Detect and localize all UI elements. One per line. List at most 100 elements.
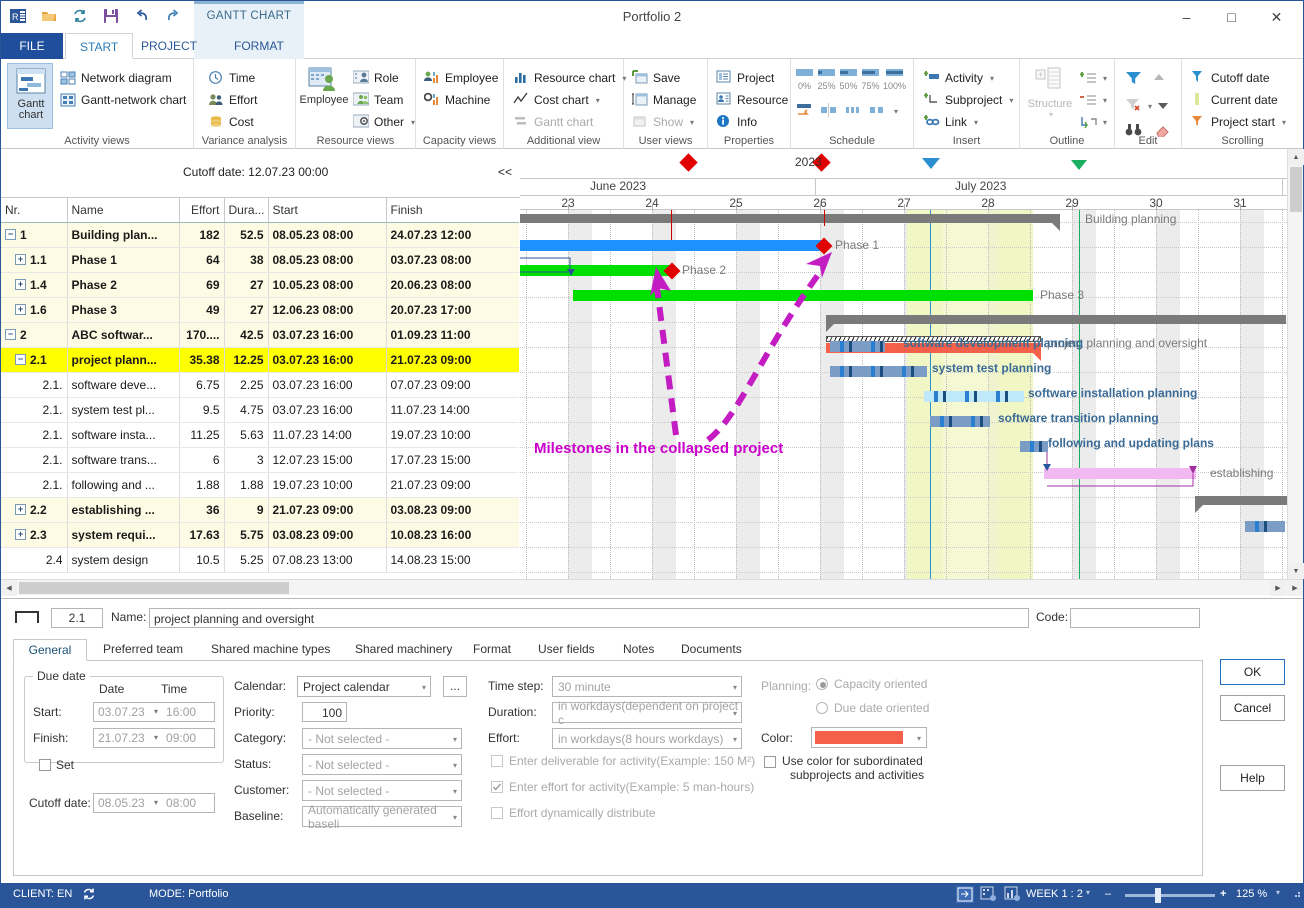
name-input[interactable]: project planning and oversight bbox=[149, 608, 1029, 628]
ok-button[interactable]: OK bbox=[1220, 659, 1285, 685]
tab-project[interactable]: PROJECT bbox=[127, 33, 211, 59]
info-button[interactable]: Info bbox=[714, 111, 788, 133]
cost-chart-caret-icon[interactable]: ▾ bbox=[596, 96, 600, 105]
project-properties-button[interactable]: Project bbox=[714, 67, 788, 89]
zoom-out-button[interactable]: – bbox=[1105, 888, 1111, 900]
effort-distribute-checkbox[interactable] bbox=[491, 807, 503, 819]
table-row[interactable]: −2 ABC softwar... 170.... 42.5 03.07.23 16:0… bbox=[1, 322, 519, 348]
schedule-shift-icon[interactable] bbox=[796, 102, 814, 121]
minimize-button[interactable]: – bbox=[1164, 1, 1209, 33]
expand-icon[interactable]: + bbox=[15, 304, 26, 315]
insert-activity-caret-icon[interactable]: ▾ bbox=[990, 74, 994, 83]
view-mode-3-icon[interactable] bbox=[1004, 886, 1022, 906]
table-row[interactable]: 2.4 system design 10.5 5.25 07.08.23 13:00 14… bbox=[1, 547, 519, 573]
tab-shared-machine-types[interactable]: Shared machine types bbox=[201, 639, 340, 661]
scroll-project-start-caret-icon[interactable]: ▾ bbox=[1282, 118, 1286, 127]
schedule-distribute-icon[interactable] bbox=[844, 102, 862, 121]
view-mode-1-icon[interactable] bbox=[956, 886, 974, 906]
scroll-project-start-button[interactable]: Project start ▾ bbox=[1188, 111, 1286, 133]
dialog-cutoff-field[interactable]: 08.05.23 ▾ 08:00 bbox=[93, 793, 215, 813]
progress-25-button[interactable]: 25% bbox=[817, 67, 836, 91]
table-row[interactable]: +2.2 establishing ... 36 9 21.07.23 09:00 03.… bbox=[1, 497, 519, 523]
table-row[interactable]: +2.3 system requi... 17.63 5.75 03.08.23 09:… bbox=[1, 522, 519, 548]
tab-format[interactable]: FORMAT bbox=[220, 33, 298, 59]
calendar-caret-icon[interactable]: ▾ bbox=[422, 683, 426, 692]
tab-format[interactable]: Format bbox=[463, 639, 521, 661]
table-row[interactable]: 2.1. software trans... 6 3 12.07.23 15:00 17.… bbox=[1, 447, 519, 473]
progress-75-button[interactable]: 75% bbox=[861, 67, 880, 91]
time-button[interactable]: Time bbox=[206, 67, 257, 89]
scroll-cutoff-date-button[interactable]: Cutoff date bbox=[1188, 67, 1286, 89]
effort-distribute-checkbox-row[interactable]: Effort dynamically distribute bbox=[491, 806, 656, 820]
column-header-duration[interactable]: Dura... bbox=[224, 198, 269, 223]
deliverable-checkbox-row[interactable]: Enter deliverable for activity(Example: … bbox=[491, 754, 755, 768]
collapse-icon[interactable]: − bbox=[5, 229, 16, 240]
start-date-caret-icon[interactable]: ▾ bbox=[154, 703, 158, 721]
scroll-current-date-button[interactable]: Current date bbox=[1188, 89, 1286, 111]
effort-caret-icon[interactable]: ▾ bbox=[733, 735, 737, 744]
sort-ascending-icon[interactable] bbox=[1152, 71, 1166, 88]
cost-button[interactable]: Cost bbox=[206, 111, 257, 133]
table-row[interactable]: 2.1. software insta... 11.25 5.63 11.07.23 1… bbox=[1, 422, 519, 448]
schedule-merge-icon[interactable] bbox=[868, 102, 886, 121]
schedule-caret-icon[interactable]: ▾ bbox=[894, 107, 898, 116]
zoom-in-button[interactable]: + bbox=[1220, 888, 1226, 900]
table-row[interactable]: +1.6 Phase 3 49 27 12.06.23 08:00 20.07.23 17… bbox=[1, 297, 519, 323]
baseline-caret-icon[interactable]: ▾ bbox=[453, 813, 457, 822]
priority-input[interactable]: 100 bbox=[302, 702, 347, 722]
planning-duedate-radio-row[interactable]: Due date oriented bbox=[816, 701, 929, 715]
horizontal-scrollbar[interactable]: ◀ ▶ ▶ bbox=[1, 579, 1303, 596]
table-row[interactable]: +1.1 Phase 1 64 38 08.05.23 08:00 03.07.23 08… bbox=[1, 247, 519, 273]
activity-table[interactable]: Nr. Name Effort Dura... Start Finish −1 B… bbox=[1, 198, 519, 628]
finish-date-caret-icon[interactable]: ▾ bbox=[154, 729, 158, 747]
employee-big-button[interactable]: Employee bbox=[298, 67, 350, 106]
tab-file[interactable]: FILE bbox=[1, 33, 63, 59]
close-button[interactable]: ✕ bbox=[1254, 1, 1299, 33]
table-row[interactable]: −2.1 project plann... 35.38 12.25 03.07.23 1… bbox=[1, 347, 519, 373]
customer-select[interactable]: - Not selected - ▾ bbox=[302, 780, 462, 801]
customer-caret-icon[interactable]: ▾ bbox=[453, 787, 457, 796]
finish-date-time-field[interactable]: 21.07.23 ▾ 09:00 bbox=[93, 728, 215, 748]
other-button[interactable]: Other ▾ bbox=[351, 111, 415, 133]
expand-icon[interactable]: + bbox=[15, 279, 26, 290]
status-caret-icon[interactable]: ▾ bbox=[453, 761, 457, 770]
zoom-caret-icon[interactable]: ▾ bbox=[1276, 888, 1280, 897]
column-header-start[interactable]: Start bbox=[268, 198, 387, 223]
zoom-slider-thumb[interactable] bbox=[1155, 888, 1161, 903]
category-select[interactable]: - Not selected - ▾ bbox=[302, 728, 462, 749]
progress-0-button[interactable]: 0% bbox=[795, 67, 814, 91]
outline-indent-caret-icon[interactable]: ▾ bbox=[1103, 74, 1107, 83]
resize-grip-icon[interactable] bbox=[1291, 888, 1301, 901]
tab-notes[interactable]: Notes bbox=[613, 639, 664, 661]
insert-link-button[interactable]: Link ▾ bbox=[922, 111, 1013, 133]
other-caret-icon[interactable]: ▾ bbox=[411, 118, 415, 127]
insert-activity-button[interactable]: Activity ▾ bbox=[922, 67, 1013, 89]
dialog-cutoff-caret-icon[interactable]: ▾ bbox=[154, 794, 158, 812]
tab-start[interactable]: START bbox=[65, 33, 134, 59]
use-color-checkbox[interactable] bbox=[764, 756, 776, 768]
duration-caret-icon[interactable]: ▾ bbox=[733, 709, 737, 718]
category-caret-icon[interactable]: ▾ bbox=[453, 735, 457, 744]
gantt-vscroll-thumb[interactable] bbox=[1290, 167, 1302, 212]
duration-select[interactable]: in workdays(dependent on project c ▾ bbox=[552, 699, 742, 727]
resource-properties-button[interactable]: Resource bbox=[714, 89, 788, 111]
gantt-vertical-scrollbar[interactable]: ▲ ▼ bbox=[1287, 149, 1304, 579]
collapse-icon[interactable]: − bbox=[15, 354, 26, 365]
sort-descending-icon[interactable] bbox=[1156, 98, 1170, 115]
baseline-select[interactable]: Automatically generated baseli ▾ bbox=[302, 803, 462, 831]
color-select[interactable]: ▾ bbox=[811, 727, 927, 748]
tab-shared-machinery[interactable]: Shared machinery bbox=[345, 639, 462, 661]
table-row[interactable]: +1.4 Phase 2 69 27 10.05.23 08:00 20.06.23 08… bbox=[1, 272, 519, 298]
scroll-down-button[interactable]: ▼ bbox=[1288, 563, 1304, 579]
help-button[interactable]: Help bbox=[1220, 765, 1285, 791]
gantt-network-chart-button[interactable]: Gantt-network chart bbox=[58, 89, 186, 111]
tab-user-fields[interactable]: User fields bbox=[528, 639, 605, 661]
status-sync-icon[interactable] bbox=[81, 886, 97, 905]
use-color-checkbox-row[interactable]: Use color for subordinated subprojects a… bbox=[764, 754, 924, 782]
scroll-up-button[interactable]: ▲ bbox=[1288, 149, 1304, 165]
gantt-chart-pane[interactable]: 2023 June 2023 July 2023 23 24 25 26 27 28 29 3… bbox=[520, 149, 1303, 595]
insert-subproject-button[interactable]: Subproject ▾ bbox=[922, 89, 1013, 111]
outline-outdent-button[interactable]: ▾ bbox=[1080, 89, 1107, 111]
schedule-split-icon[interactable] bbox=[820, 102, 838, 121]
planning-capacity-radio-row[interactable]: Capacity oriented bbox=[816, 677, 927, 691]
